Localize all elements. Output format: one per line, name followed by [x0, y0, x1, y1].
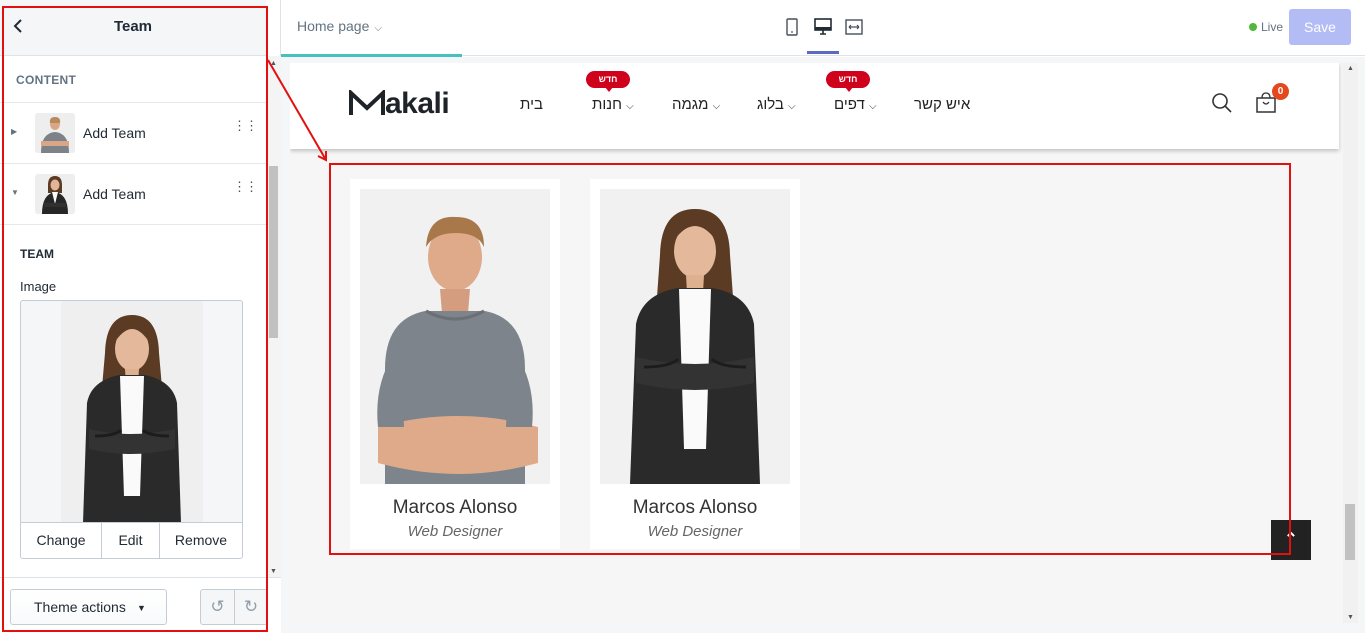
- caret-right-icon[interactable]: ▶: [11, 127, 17, 136]
- chevron-down-icon: ⌵: [788, 101, 796, 112]
- preview-scrollbar[interactable]: ▲ ▼: [1343, 63, 1358, 623]
- nav-label: איש קשר: [914, 96, 971, 113]
- nav-item-contact[interactable]: איש קשר: [914, 96, 970, 113]
- double-chevron-up-icon: ⌃: [1284, 531, 1298, 548]
- change-image-button[interactable]: Change: [21, 523, 102, 558]
- search-icon[interactable]: [1210, 91, 1234, 115]
- team-block-2[interactable]: ▼ Add Team ⋮⋮: [0, 164, 266, 224]
- nav-item-shop[interactable]: חנות ⌵: [592, 96, 637, 113]
- team-member-name: Marcos Alonso: [392, 497, 518, 518]
- nav-label: דפים: [834, 96, 865, 113]
- block-thumbnail-woman: [35, 174, 75, 214]
- team-photo-woman: [600, 189, 790, 484]
- redo-icon[interactable]: ↻: [233, 590, 267, 624]
- chevron-down-icon: ⌵: [712, 101, 721, 112]
- image-field-label: Image: [20, 279, 57, 294]
- caret-down-icon[interactable]: ▼: [11, 188, 19, 197]
- team-member-role: Web Designer: [647, 523, 743, 540]
- sidebar-title: Team: [113, 18, 153, 35]
- divider: [0, 224, 266, 225]
- preview-frame: akali בית חדש חנות ⌵ מגמה ⌵ בלוג ⌵ חדש ד…: [290, 63, 1343, 623]
- chevron-down-icon: ⌵: [626, 101, 634, 112]
- undo-icon[interactable]: ↺: [201, 590, 234, 624]
- cart-count-badge: 0: [1272, 83, 1289, 100]
- scroll-down-icon[interactable]: ▼: [1347, 614, 1354, 621]
- nav-item-blog[interactable]: בלוג ⌵: [757, 96, 799, 113]
- new-badge: חדש: [826, 71, 870, 92]
- team-card: Marcos Alonso Web Designer: [590, 179, 800, 549]
- mobile-icon[interactable]: [781, 16, 803, 38]
- dropdown-caret-icon: ▼: [137, 603, 146, 613]
- logo-m-icon: [349, 88, 385, 115]
- team-member-name: Marcos Alonso: [632, 497, 758, 518]
- image-picker: Change Edit Remove: [20, 300, 243, 559]
- team-photo-man: [360, 189, 550, 484]
- nav-item-pages[interactable]: דפים ⌵: [834, 96, 880, 113]
- live-label: Live: [1261, 20, 1284, 34]
- team-card: Marcos Alonso Web Designer: [350, 179, 560, 549]
- nav-label: חנות: [592, 96, 622, 113]
- scroll-down-icon[interactable]: ▼: [270, 568, 277, 575]
- team-member-role: Web Designer: [407, 523, 503, 540]
- nav-label: בית: [520, 96, 543, 113]
- fullwidth-icon[interactable]: [843, 16, 865, 38]
- scrollbar-thumb[interactable]: [269, 166, 278, 338]
- theme-actions-button[interactable]: Theme actions ▼: [10, 589, 167, 625]
- scroll-up-icon[interactable]: ▲: [1347, 65, 1354, 72]
- sidebar-scrollbar[interactable]: ▲ ▼: [266, 56, 281, 577]
- nav-item-trend[interactable]: מגמה ⌵: [672, 96, 723, 113]
- nav-label: בלוג: [757, 96, 784, 113]
- page-selector-label: Home page: [297, 18, 370, 34]
- store-logo[interactable]: akali: [349, 87, 450, 121]
- editor-topbar: Home page ⌵ Live Save: [281, 0, 1365, 57]
- save-button[interactable]: Save: [1289, 9, 1351, 45]
- desktop-icon[interactable]: [812, 16, 834, 38]
- sidebar-footer: Theme actions ▼ ↺ ↻: [0, 577, 281, 633]
- image-preview: [61, 301, 203, 523]
- theme-editor-sidebar: Team CONTENT ▶ Add Team ⋮⋮ ▼ Add Team ⋮⋮…: [0, 0, 281, 633]
- new-badge: חדש: [586, 71, 630, 92]
- logo-text: akali: [385, 87, 450, 120]
- block-heading: TEAM: [20, 247, 54, 261]
- remove-image-button[interactable]: Remove: [160, 523, 242, 558]
- undo-redo-group: ↺ ↻: [200, 589, 268, 625]
- block-thumbnail-man: [35, 113, 75, 153]
- active-device-indicator: [807, 51, 839, 54]
- scrollbar-thumb[interactable]: [1345, 504, 1355, 560]
- store-header: akali בית חדש חנות ⌵ מגמה ⌵ בלוג ⌵ חדש ד…: [290, 63, 1339, 149]
- nav-label: מגמה: [672, 96, 709, 113]
- page-selector[interactable]: Home page ⌵: [297, 18, 382, 34]
- sidebar-header: Team: [0, 0, 266, 56]
- live-dot-icon: [1249, 23, 1257, 31]
- section-label: CONTENT: [16, 73, 77, 87]
- team-block-1[interactable]: ▶ Add Team ⋮⋮: [0, 103, 266, 163]
- edit-image-button[interactable]: Edit: [102, 523, 160, 558]
- chevron-down-icon: ⌵: [374, 23, 382, 34]
- drag-handle-icon[interactable]: ⋮⋮: [233, 180, 258, 193]
- live-status: Live: [1249, 20, 1283, 34]
- image-actions: Change Edit Remove: [21, 522, 242, 558]
- nav-item-home[interactable]: בית: [520, 96, 543, 113]
- scroll-up-icon[interactable]: ▲: [270, 60, 277, 67]
- block-label: Add Team: [83, 125, 146, 141]
- chevron-down-icon: ⌵: [868, 101, 877, 112]
- drag-handle-icon[interactable]: ⋮⋮: [233, 119, 258, 132]
- store-preview: akali בית חדש חנות ⌵ מגמה ⌵ בלוג ⌵ חדש ד…: [281, 57, 1365, 633]
- back-to-top-button[interactable]: ⌃: [1271, 520, 1311, 560]
- theme-actions-label: Theme actions: [34, 599, 126, 615]
- block-label: Add Team: [83, 186, 146, 202]
